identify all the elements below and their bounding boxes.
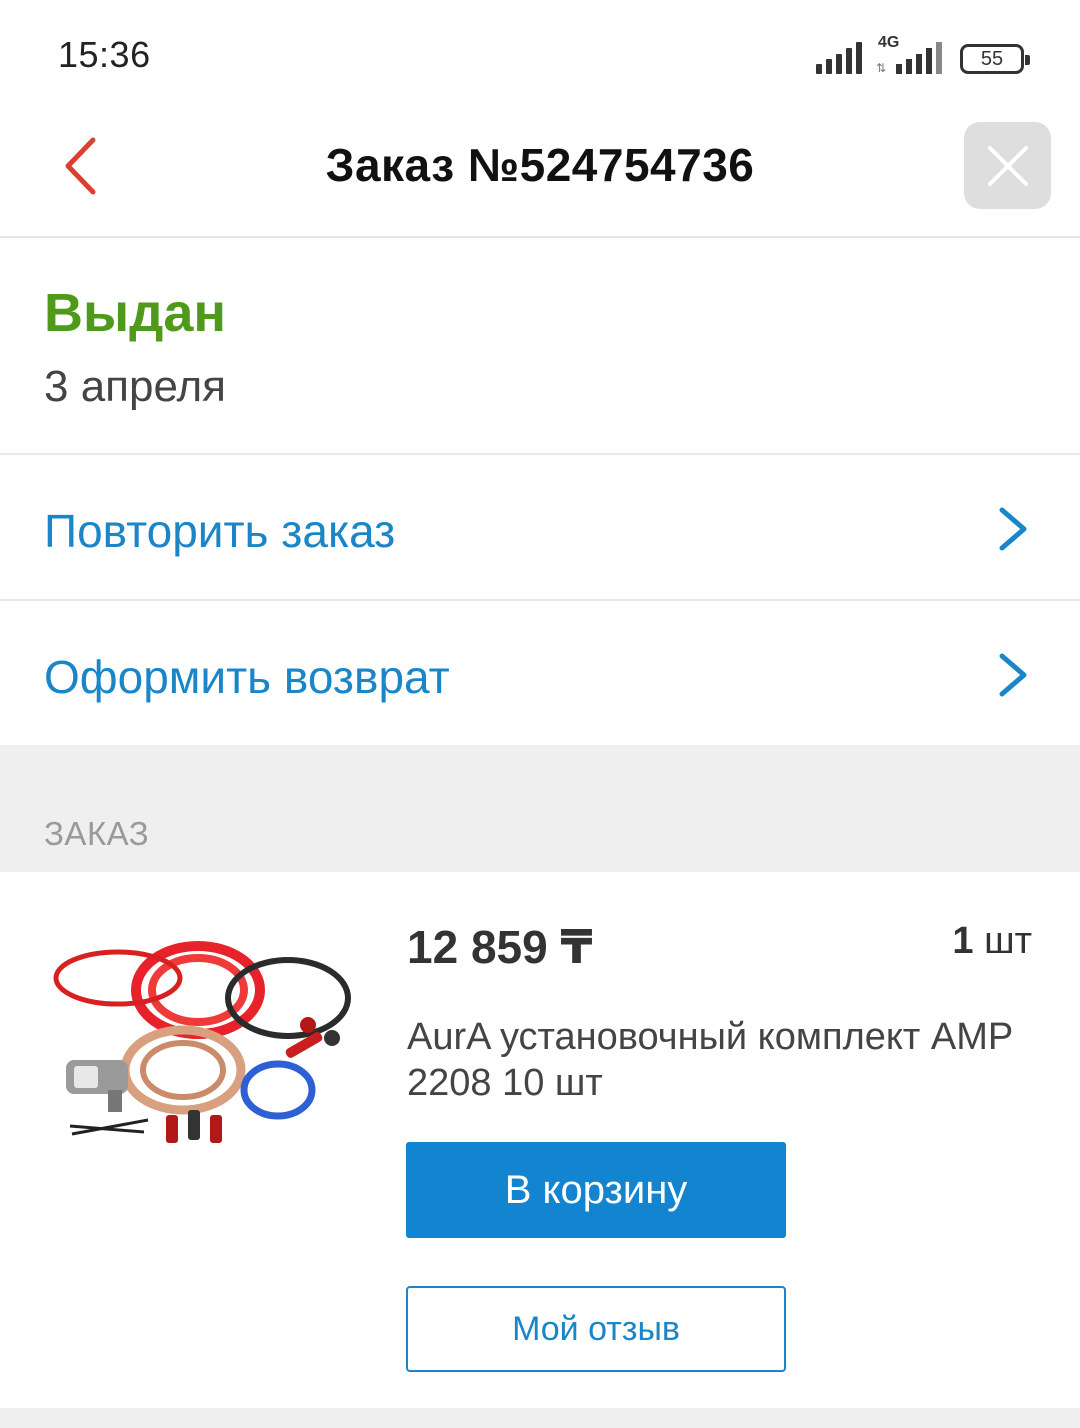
repeat-order-button[interactable]: Повторить заказ bbox=[0, 456, 1080, 601]
product-name[interactable]: AurA установочный комплект AMP 2208 10 ш… bbox=[407, 1014, 1027, 1106]
battery-level: 55 bbox=[980, 47, 1004, 70]
my-review-button[interactable]: Мой отзыв bbox=[406, 1286, 786, 1372]
chevron-right-icon bbox=[999, 653, 1027, 697]
add-to-cart-button[interactable]: В корзину bbox=[406, 1142, 786, 1238]
network-type-label: 4G bbox=[878, 34, 900, 51]
bottom-divider bbox=[0, 1408, 1080, 1428]
order-section-header: ЗАКАЗ bbox=[0, 745, 1080, 872]
order-date: 3 апреля bbox=[44, 362, 226, 411]
battery-icon: 55 bbox=[960, 44, 1030, 74]
item-price: 12 859 ₸ bbox=[407, 921, 593, 973]
quantity-unit: шт bbox=[984, 920, 1032, 962]
order-item: 12 859 ₸ 1 шт AurA установочный комплект… bbox=[0, 872, 1080, 1406]
item-quantity: 1 шт bbox=[952, 920, 1032, 963]
status-bar: 15:36 4G ⇅ 55 bbox=[0, 0, 1080, 110]
section-title: ЗАКАЗ bbox=[44, 815, 150, 852]
repeat-order-label: Повторить заказ bbox=[44, 505, 396, 557]
data-arrows-icon: ⇅ bbox=[876, 61, 887, 75]
return-order-button[interactable]: Оформить возврат bbox=[0, 602, 1080, 747]
status-icons: 4G ⇅ 55 bbox=[816, 34, 1030, 75]
quantity-number: 1 bbox=[952, 920, 974, 962]
top-app-bar: Заказ №524754736 bbox=[0, 110, 1080, 238]
status-time: 15:36 bbox=[58, 34, 151, 75]
page-title: Заказ №524754736 bbox=[325, 139, 755, 191]
close-icon bbox=[987, 145, 1028, 186]
close-button[interactable] bbox=[964, 122, 1051, 209]
return-order-label: Оформить возврат bbox=[44, 651, 450, 703]
order-details-screen: 15:36 4G ⇅ 55 Заказ №524754736 Выдан 3 а… bbox=[0, 0, 1080, 1428]
order-status: Выдан bbox=[44, 283, 227, 343]
amp-wiring-kit-image[interactable] bbox=[48, 920, 364, 1160]
chevron-right-icon bbox=[999, 507, 1027, 551]
signal-icon bbox=[816, 42, 862, 74]
order-status-section: Выдан 3 апреля bbox=[0, 240, 1080, 455]
signal-4g-icon: 4G ⇅ bbox=[876, 34, 942, 75]
